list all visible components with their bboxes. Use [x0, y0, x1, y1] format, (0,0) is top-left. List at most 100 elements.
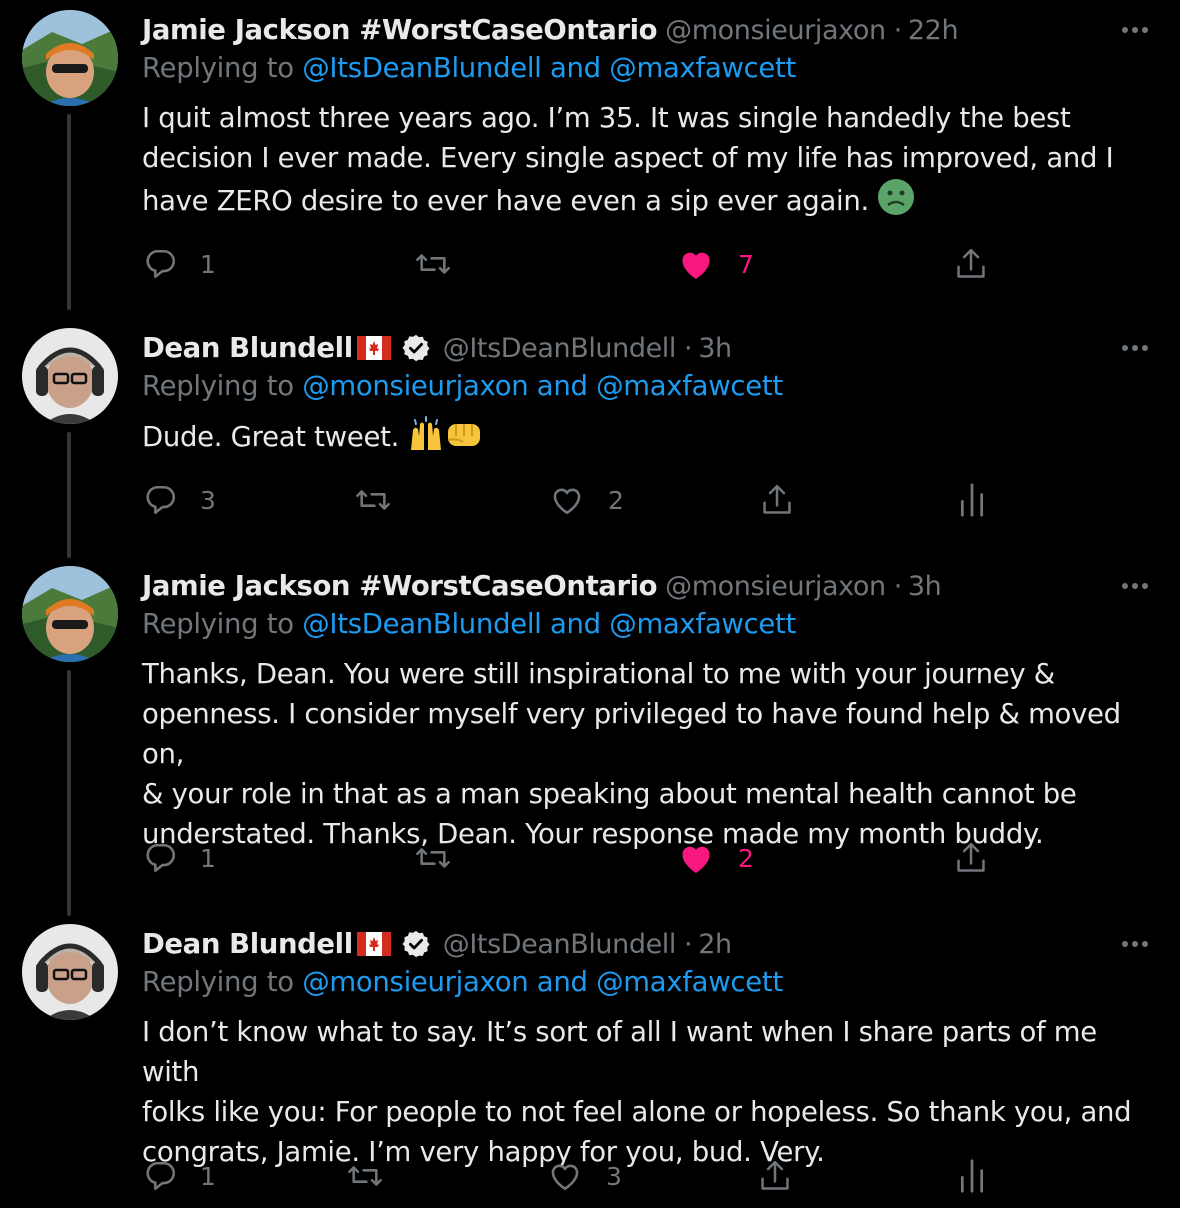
author-handle[interactable]: @monsieurjaxon [665, 571, 886, 602]
share-icon [761, 1160, 789, 1190]
author-handle[interactable]: @ItsDeanBlundell [443, 929, 677, 960]
separator: · [684, 332, 693, 364]
verified-badge-icon [402, 930, 430, 958]
timestamp[interactable]: 3h [698, 333, 732, 364]
oncoming-fist-icon [448, 424, 481, 446]
heart-filled-icon [682, 252, 710, 279]
tweet-text-line: congrats, Jamie. I’m very happy for you,… [142, 1136, 825, 1168]
retweet-button[interactable] [414, 838, 452, 878]
author-handle[interactable]: @monsieurjaxon [665, 15, 886, 46]
nauseated-face-icon [878, 179, 915, 215]
replying-mentions[interactable]: @monsieurjaxon and @maxfawcett [302, 966, 783, 998]
tweet[interactable]: Dean Blundell @ItsDeanBlundell · 3h Repl… [0, 328, 1180, 558]
author-name[interactable]: Jamie Jackson #WorstCaseOntario [142, 570, 658, 602]
author-handle[interactable]: @ItsDeanBlundell [443, 333, 677, 364]
tweet-header: Dean Blundell @ItsDeanBlundell · 3h [142, 328, 732, 368]
tweet[interactable]: Dean Blundell @ItsDeanBlundell · 2h Repl… [0, 924, 1180, 1208]
analytics-icon [960, 483, 984, 517]
retweet-icon [416, 254, 450, 274]
retweet-button[interactable] [346, 1156, 384, 1196]
separator: · [684, 928, 693, 960]
replying-label: Replying to [142, 52, 294, 84]
timestamp[interactable]: 3h [908, 571, 942, 602]
reply-count: 1 [200, 843, 216, 873]
more-options-icon[interactable] [1120, 18, 1150, 42]
share-button[interactable] [954, 838, 988, 878]
tweet-text-line: Thanks, Dean. You were still inspiration… [142, 658, 1055, 690]
replying-mentions[interactable]: @monsieurjaxon and @maxfawcett [302, 370, 783, 402]
author-name[interactable]: Dean Blundell [142, 332, 353, 364]
reply-count: 3 [200, 485, 216, 515]
tweet-text-line: openness. I consider myself very privile… [142, 698, 1121, 770]
separator: · [893, 570, 903, 602]
tweet-text-line: decision I ever made. Every single aspec… [142, 142, 1114, 174]
share-button[interactable] [760, 480, 794, 520]
like-button[interactable]: 3 [548, 1156, 622, 1196]
replying-mentions[interactable]: @ItsDeanBlundell and @maxfawcett [302, 608, 796, 640]
tweet[interactable]: Jamie Jackson #WorstCaseOntario @monsieu… [0, 566, 1180, 916]
analytics-icon [960, 1159, 984, 1193]
reply-button[interactable]: 1 [144, 838, 216, 878]
timestamp[interactable]: 22h [908, 15, 959, 46]
tweet-text-line: & your role in that as a man speaking ab… [142, 778, 1077, 810]
retweet-icon [348, 1166, 382, 1186]
share-button[interactable] [758, 1156, 792, 1196]
avatar-jamie[interactable] [22, 10, 118, 106]
share-icon [957, 248, 985, 278]
reply-button[interactable]: 1 [144, 244, 216, 284]
analytics-button[interactable] [958, 480, 986, 520]
tweet-text-line: Dude. Great tweet. [142, 421, 400, 453]
like-button[interactable]: 7 [678, 244, 754, 284]
reply-icon [146, 485, 176, 515]
like-count: 3 [606, 1161, 622, 1191]
tweet-text: Dude. Great tweet. [142, 416, 1162, 457]
tweet-text: I don’t know what to say. It’s sort of a… [142, 1012, 1162, 1172]
replying-mentions[interactable]: @ItsDeanBlundell and @maxfawcett [302, 52, 796, 84]
timestamp[interactable]: 2h [698, 929, 732, 960]
thread-connector [67, 114, 71, 310]
more-options-icon[interactable] [1120, 336, 1150, 360]
replying-label: Replying to [142, 966, 294, 998]
avatar-dean[interactable] [22, 924, 118, 1020]
replying-to: Replying to @monsieurjaxon and @maxfawce… [142, 966, 783, 998]
tweet-text: I quit almost three years ago. I’m 35. I… [142, 98, 1162, 221]
avatar-dean[interactable] [22, 328, 118, 424]
tweet-text-line: I quit almost three years ago. I’m 35. I… [142, 102, 1071, 134]
retweet-button[interactable] [414, 244, 452, 284]
reply-button[interactable]: 3 [144, 480, 216, 520]
thread-connector [67, 432, 71, 558]
analytics-button[interactable] [958, 1156, 986, 1196]
canada-flag-icon [356, 932, 391, 956]
canada-flag-icon [356, 336, 391, 360]
tweet[interactable]: Jamie Jackson #WorstCaseOntario @monsieu… [0, 10, 1180, 310]
like-button[interactable]: 2 [678, 838, 754, 878]
replying-to: Replying to @monsieurjaxon and @maxfawce… [142, 370, 783, 402]
author-name[interactable]: Dean Blundell [142, 928, 353, 960]
replying-label: Replying to [142, 370, 294, 402]
tweet-text: Thanks, Dean. You were still inspiration… [142, 654, 1162, 854]
reply-count: 1 [200, 1161, 216, 1191]
thread-connector [67, 670, 71, 916]
author-name[interactable]: Jamie Jackson #WorstCaseOntario [142, 14, 658, 46]
reply-icon [146, 843, 176, 873]
tweet-text-line: I don’t know what to say. It’s sort of a… [142, 1016, 1097, 1088]
raised-hands-icon [411, 416, 442, 450]
heart-outline-icon [553, 488, 581, 515]
verified-badge-icon [402, 334, 430, 362]
share-button[interactable] [954, 244, 988, 284]
reply-count: 1 [200, 249, 216, 279]
avatar-jamie[interactable] [22, 566, 118, 662]
more-options-icon[interactable] [1120, 932, 1150, 956]
conversation-thread: Jamie Jackson #WorstCaseOntario @monsieu… [0, 0, 1180, 1208]
separator: · [893, 14, 903, 46]
tweet-header: Dean Blundell @ItsDeanBlundell · 2h [142, 924, 732, 964]
like-button[interactable]: 2 [550, 480, 624, 520]
tweet-text-line: folks like you: For people to not feel a… [142, 1096, 1132, 1128]
reply-button[interactable]: 1 [144, 1156, 216, 1196]
tweet-header: Jamie Jackson #WorstCaseOntario @monsieu… [142, 10, 959, 50]
more-options-icon[interactable] [1120, 574, 1150, 598]
retweet-icon [416, 848, 450, 868]
like-count: 2 [738, 843, 754, 873]
retweet-button[interactable] [354, 480, 392, 520]
reply-icon [146, 249, 176, 279]
